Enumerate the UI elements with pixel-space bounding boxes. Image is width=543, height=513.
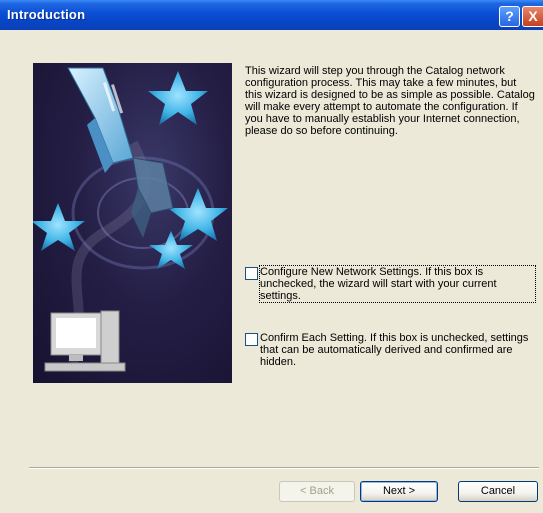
configure-new-settings-checkbox[interactable] xyxy=(245,267,258,280)
configure-new-settings-option[interactable]: Configure New Network Settings. If this … xyxy=(245,265,536,306)
confirm-each-setting-label[interactable]: Confirm Each Setting. If this box is unc… xyxy=(260,332,535,368)
close-icon[interactable]: X xyxy=(522,6,543,27)
confirm-each-setting-option[interactable]: Confirm Each Setting. If this box is unc… xyxy=(245,332,535,372)
star-icon xyxy=(33,203,85,251)
star-icon xyxy=(168,188,228,241)
window-title: Introduction xyxy=(7,7,86,22)
computer-icon xyxy=(44,310,126,372)
title-bar[interactable]: Introduction ? X xyxy=(0,0,543,30)
network-cable-icon xyxy=(67,67,134,173)
wizard-illustration-graphic xyxy=(33,67,228,372)
configure-new-settings-label[interactable]: Configure New Network Settings. If this … xyxy=(259,265,536,303)
cancel-button[interactable]: Cancel xyxy=(458,481,538,502)
back-button[interactable]: < Back xyxy=(279,481,355,502)
confirm-each-setting-checkbox[interactable] xyxy=(245,333,258,346)
network-cable-icon xyxy=(131,157,174,238)
next-button[interactable]: Next > xyxy=(360,481,438,502)
wizard-illustration xyxy=(33,63,232,383)
button-separator xyxy=(29,467,539,469)
star-icon xyxy=(148,71,208,125)
help-icon[interactable]: ? xyxy=(499,6,520,27)
intro-text: This wizard will step you through the Ca… xyxy=(245,65,535,137)
